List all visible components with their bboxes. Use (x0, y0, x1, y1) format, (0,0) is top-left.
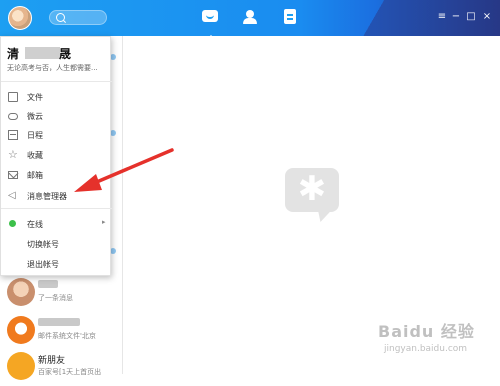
list-item-preview: 百家号[1天上首页出 (38, 368, 102, 376)
empty-chat-logo: ✱ (285, 168, 339, 222)
active-tab-indicator (207, 35, 215, 39)
minimize-button[interactable]: − (451, 12, 461, 22)
search-box[interactable] (49, 10, 107, 25)
divider (1, 81, 112, 82)
menu-item-schedule[interactable]: 日程 (1, 125, 112, 145)
message-bubble-icon (202, 10, 218, 22)
folder-icon (8, 92, 18, 102)
online-status-icon (9, 220, 16, 227)
cloud-icon (8, 113, 18, 120)
maximize-button[interactable]: □ (466, 12, 476, 22)
menu-item-weiyun[interactable]: 微云 (1, 106, 112, 126)
title-bar-decoration (350, 0, 500, 36)
close-button[interactable]: × (482, 12, 492, 22)
menu-item-favorites[interactable]: ☆ 收藏 (1, 145, 112, 165)
star-logo-icon: ✱ (297, 169, 327, 209)
user-avatar[interactable] (8, 6, 32, 30)
tab-apps[interactable] (281, 9, 299, 25)
list-item[interactable]: 邮件系统文件'北京 (0, 312, 122, 350)
mail-icon (8, 171, 18, 179)
title-bar: ≡ − □ × (0, 0, 500, 39)
menu-item-status[interactable]: 在线 ▸ (1, 214, 112, 234)
menu-item-message-manager[interactable]: ◁ 消息管理器 (1, 186, 112, 206)
tab-messages[interactable] (201, 9, 219, 39)
watermark: Baidu 经验 jingyan.baidu.com (372, 318, 496, 368)
list-item-new-friends[interactable]: 新朋友 百家号[1天上首页出 (0, 348, 122, 386)
apps-icon (284, 9, 296, 24)
list-item-name: 新朋友 (38, 356, 66, 366)
profile-menu: 清 晟 无论高考与否，人生都需要... 文件 微云 日程 ☆ 收藏 邮箱 ◁ 消… (0, 36, 112, 276)
search-icon (56, 13, 65, 22)
new-friends-icon (7, 352, 35, 380)
menu-item-switch-account[interactable]: 切换帐号 (1, 234, 112, 254)
tab-contacts[interactable] (241, 9, 259, 25)
submenu-arrow-icon: ▸ (102, 218, 106, 226)
menu-button[interactable]: ≡ (437, 12, 447, 22)
watermark-brand: Baidu 经验 (378, 322, 475, 341)
divider (1, 208, 112, 209)
profile-signature[interactable]: 无论高考与否，人生都需要... (7, 63, 98, 73)
list-item[interactable]: 了一条消息 (0, 274, 122, 312)
calendar-icon (8, 130, 18, 140)
contacts-icon (246, 10, 254, 18)
menu-item-logout[interactable]: 退出帐号 (1, 254, 112, 274)
contact-avatar (7, 316, 35, 344)
star-icon: ☆ (8, 148, 18, 161)
contact-avatar (7, 278, 35, 306)
list-item-preview: 了一条消息 (38, 294, 73, 302)
profile-name-end: 晟 (59, 47, 72, 61)
profile-name: 清 (7, 47, 20, 61)
list-item-preview: 邮件系统文件'北京 (38, 332, 96, 340)
speaker-icon: ◁ (8, 190, 16, 201)
watermark-site: jingyan.baidu.com (384, 344, 468, 354)
menu-item-files[interactable]: 文件 (1, 87, 112, 107)
name-redaction (25, 47, 60, 59)
menu-item-mail[interactable]: 邮箱 (1, 165, 112, 185)
